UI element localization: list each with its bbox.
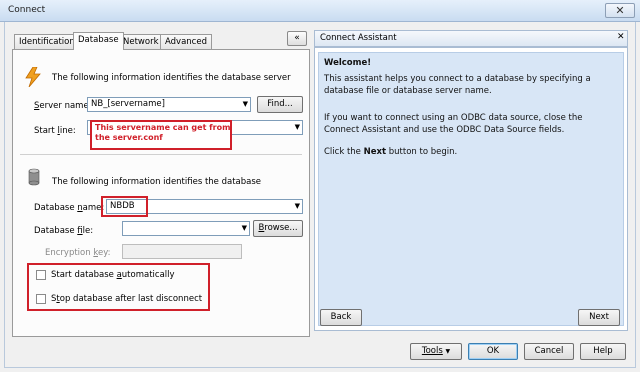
help-button[interactable]: Help: [580, 343, 626, 360]
find-button[interactable]: Find...: [257, 96, 303, 113]
assistant-close-icon[interactable]: ✕: [617, 32, 625, 42]
tab-network[interactable]: Network: [118, 34, 164, 49]
chevron-down-icon: ▼: [242, 100, 248, 108]
annotation-note-line2: the server.conf: [95, 133, 163, 142]
lightning-icon: [24, 66, 42, 88]
database-file-combo[interactable]: ▼: [122, 221, 250, 236]
database-name-highlight: [101, 196, 148, 217]
assistant-paragraph-3: Click the Next button to begin.: [324, 147, 458, 157]
assistant-title: Connect Assistant: [320, 33, 397, 43]
assistant-back-button[interactable]: Back: [320, 309, 362, 326]
assistant-paragraph-2: If you want to connect using an ODBC dat…: [324, 113, 583, 135]
annotation-note-line1: This servername can get from: [95, 123, 231, 132]
checkbox-highlight: [27, 263, 210, 311]
encryption-key-field: [122, 244, 242, 259]
tab-identification[interactable]: Identification: [14, 34, 80, 49]
window-close-button[interactable]: ✕: [605, 3, 635, 18]
ok-button[interactable]: OK: [468, 343, 518, 360]
database-icon: [28, 168, 40, 186]
cancel-button[interactable]: Cancel: [524, 343, 574, 360]
browse-button[interactable]: Browse...: [253, 220, 303, 237]
server-name-value: NB_[servername]: [91, 99, 165, 109]
database-section-heading: The following information identifies the…: [52, 177, 262, 187]
chevron-down-icon: ▼: [294, 123, 300, 131]
tab-database[interactable]: Database: [73, 32, 124, 50]
title-bar: [0, 0, 640, 22]
tools-button[interactable]: Tools ▼: [410, 343, 462, 360]
double-chevron-left-icon: «: [294, 33, 300, 43]
close-icon: ✕: [615, 4, 625, 17]
dropdown-arrow-icon: ▼: [445, 348, 451, 355]
database-file-label: Database file:: [34, 226, 94, 236]
assistant-next-button[interactable]: Next: [578, 309, 620, 326]
collapse-assistant-button[interactable]: «: [287, 31, 307, 46]
server-name-label: Server name:: [34, 101, 92, 111]
encryption-key-label: Encryption key:: [45, 248, 111, 258]
chevron-down-icon: ▼: [294, 202, 300, 210]
tab-advanced[interactable]: Advanced: [160, 34, 212, 49]
chevron-down-icon: ▼: [241, 224, 247, 232]
database-name-label: Database name:: [34, 203, 105, 213]
server-name-combo[interactable]: NB_[servername] ▼: [87, 97, 251, 112]
section-divider: [20, 154, 302, 155]
assistant-welcome: Welcome!: [324, 58, 372, 68]
assistant-paragraph-1: This assistant helps you connect to a da…: [324, 74, 591, 96]
server-section-heading: The following information identifies the…: [52, 73, 291, 83]
window-title: Connect: [8, 5, 46, 15]
start-line-label: Start line:: [34, 126, 76, 136]
